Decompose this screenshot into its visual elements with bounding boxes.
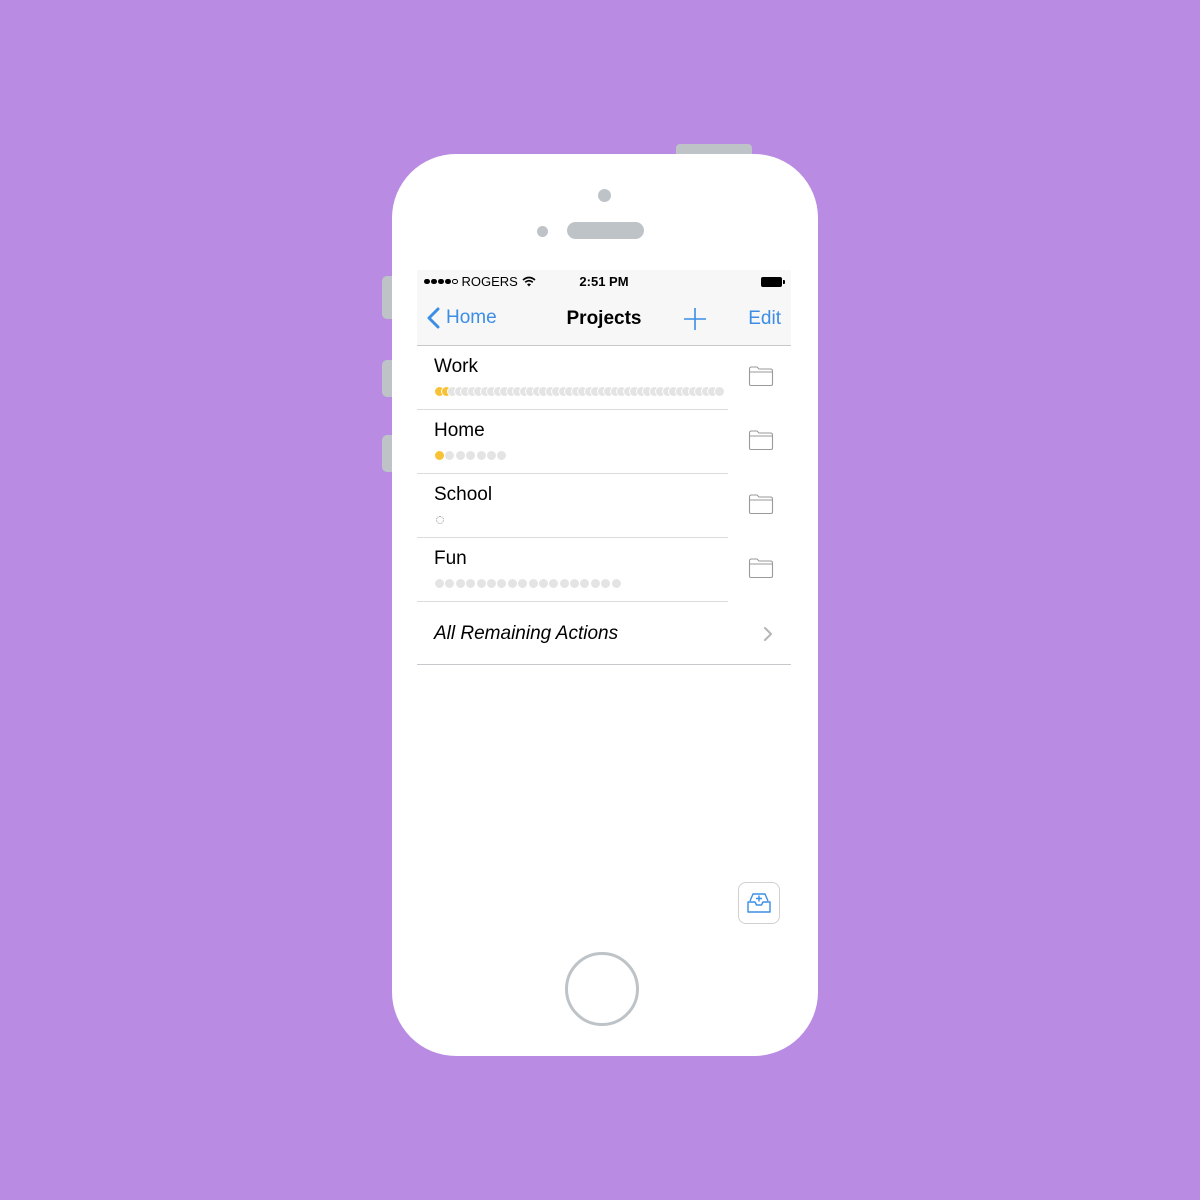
divider [417,664,791,665]
all-remaining-actions-row[interactable]: All Remaining Actions [417,602,791,665]
progress-dots [435,386,724,396]
folder-icon[interactable] [748,493,774,515]
progress-dot-done [435,450,444,460]
clock: 2:51 PM [579,274,629,289]
progress-dot-todo [518,578,528,588]
progress-dot-todo [455,450,465,460]
progress-dot-todo [497,450,507,460]
status-bar: ROGERS 2:51 PM [417,270,791,294]
plus-icon[interactable] [683,307,707,331]
project-row[interactable]: Home [417,410,791,474]
progress-dot-todo [507,578,517,588]
chevron-left-icon [427,307,440,329]
screen: ROGERS 2:51 PM Home Projects Edit Work Ho… [417,270,791,930]
progress-dot-todo [549,578,559,588]
empty-progress-icon [436,516,444,524]
volume-down-button [382,435,392,472]
progress-dot-todo [590,578,600,588]
progress-dots [435,514,444,524]
progress-dot-todo [476,578,486,588]
battery-full-icon [761,277,785,287]
progress-dot-todo [538,578,548,588]
proximity-sensor [537,226,548,237]
progress-dots [435,578,622,588]
project-row[interactable]: Fun [417,538,791,602]
chevron-right-icon [764,627,772,641]
progress-dot-todo [611,578,621,588]
progress-dot-todo [601,578,611,588]
project-list: Work Home School Fun All Remaining Actions [417,346,791,665]
back-button[interactable]: Home [427,307,497,329]
progress-dot-todo [570,578,580,588]
progress-dot-todo [445,578,455,588]
progress-dot-todo [466,450,476,460]
home-button[interactable] [565,952,639,1026]
progress-dot-todo [559,578,569,588]
progress-dot-todo [486,578,496,588]
progress-dot-todo [486,450,496,460]
progress-dot-todo [714,386,724,396]
project-row[interactable]: Work [417,346,791,410]
progress-dots [435,450,508,460]
navigation-bar: Home Projects Edit [417,294,791,346]
progress-dot-todo [466,578,476,588]
project-name: Fun [434,548,467,569]
progress-dot-todo [497,578,507,588]
progress-dot-todo [528,578,538,588]
inbox-add-button[interactable] [738,882,780,924]
earpiece-speaker [567,222,644,239]
project-name: Home [434,420,485,441]
progress-dot-todo [445,450,455,460]
folder-icon[interactable] [748,429,774,451]
all-remaining-actions-label: All Remaining Actions [434,623,619,644]
edit-button[interactable]: Edit [748,308,781,330]
volume-up-button [382,360,392,397]
front-camera [598,189,611,202]
mute-switch [382,276,392,319]
progress-dot-todo [455,578,465,588]
progress-dot-todo [476,450,486,460]
folder-icon[interactable] [748,365,774,387]
back-button-label: Home [446,307,497,328]
progress-dot-todo [435,578,444,588]
folder-icon[interactable] [748,557,774,579]
project-name: School [434,484,493,505]
project-name: Work [434,356,478,377]
progress-dot-todo [580,578,590,588]
project-row[interactable]: School [417,474,791,538]
inbox-add-icon [747,893,771,913]
